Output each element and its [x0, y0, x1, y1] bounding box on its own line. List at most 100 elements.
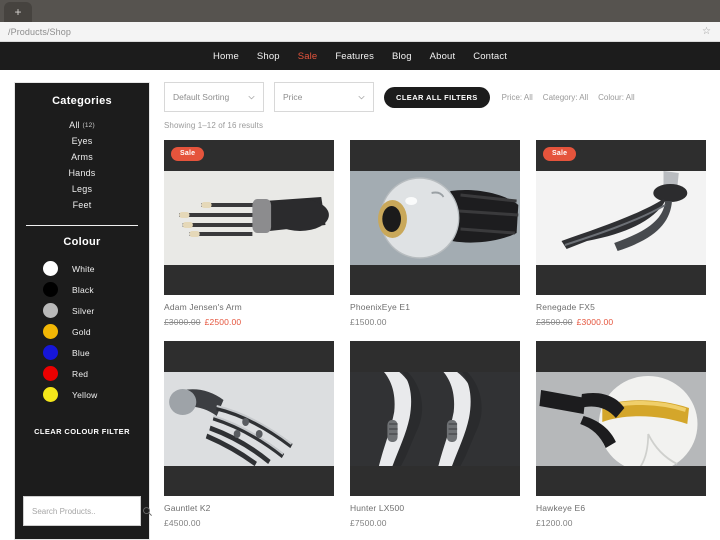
- colour-filter-silver[interactable]: Silver: [43, 300, 139, 321]
- colour-filter-blue[interactable]: Blue: [43, 342, 139, 363]
- colour-filter-gold[interactable]: Gold: [43, 321, 139, 342]
- results-count: Showing 1–12 of 16 results: [164, 121, 264, 130]
- filter-tag[interactable]: Colour: All: [598, 93, 634, 102]
- product-search[interactable]: [23, 496, 152, 526]
- sale-badge: Sale: [171, 147, 205, 161]
- product-card[interactable]: Sale Renegade FX5 £3500.00 £3000.00: [536, 140, 706, 327]
- product-card[interactable]: PhoenixEye E1 £1500.00: [350, 140, 520, 327]
- search-icon[interactable]: [142, 506, 153, 517]
- filter-sidebar: Categories All (12) Eyes Arms Hands Legs Feet…: [14, 82, 152, 540]
- colour-swatch-yellow[interactable]: [43, 387, 58, 402]
- url-text: /Products/Shop: [8, 26, 71, 37]
- product-price: £3000.00 £2500.00: [164, 317, 334, 327]
- category-item-hands[interactable]: Hands: [25, 165, 139, 181]
- product-card[interactable]: Gauntlet K2 £4500.00: [164, 341, 334, 528]
- product-price-value: £7500.00: [350, 518, 387, 528]
- category-label: Legs: [71, 184, 93, 194]
- product-price-value: £1500.00: [350, 317, 387, 327]
- product-price: £1500.00: [350, 317, 520, 327]
- nav-item-contact[interactable]: Contact: [464, 51, 516, 62]
- colour-swatch-white[interactable]: [43, 261, 58, 276]
- nav-item-features[interactable]: Features: [326, 51, 383, 62]
- product-card[interactable]: Sale Adam Jensen's Arm £3000.00 £2500.00: [164, 140, 334, 327]
- colour-label: Silver: [72, 305, 95, 316]
- product-price: £3500.00 £3000.00: [536, 317, 706, 327]
- product-thumbnail[interactable]: [164, 341, 334, 496]
- colour-filter-list: White Black Silver Gold Blue Red Yellow: [25, 258, 139, 405]
- category-list: All (12) Eyes Arms Hands Legs Feet: [25, 117, 139, 213]
- product-grid: Sale Adam Jensen's Arm £3000.00 £2500.00 P…: [164, 140, 706, 528]
- colour-filter-white[interactable]: White: [43, 258, 139, 279]
- product-price-value: £4500.00: [164, 518, 201, 528]
- nav-item-blog[interactable]: Blog: [383, 51, 421, 62]
- nav-item-shop[interactable]: Shop: [248, 51, 289, 62]
- product-title: Gauntlet K2: [164, 503, 211, 513]
- category-item-arms[interactable]: Arms: [25, 149, 139, 165]
- product-thumbnail[interactable]: [350, 140, 520, 295]
- product-card[interactable]: Hawkeye E6 £1200.00: [536, 341, 706, 528]
- colour-swatch-gold[interactable]: [43, 324, 58, 339]
- product-title: PhoenixEye E1: [350, 302, 411, 312]
- star-icon[interactable]: ☆: [702, 26, 711, 37]
- product-price-original: £3500.00: [536, 317, 573, 327]
- category-item-legs[interactable]: Legs: [25, 181, 139, 197]
- categories-heading: Categories: [52, 95, 112, 107]
- product-image: [350, 371, 520, 466]
- category-label: Arms: [71, 152, 93, 162]
- category-item-all[interactable]: All (12): [25, 117, 139, 133]
- colour-label: Black: [72, 284, 94, 295]
- new-tab-button[interactable]: +: [4, 2, 32, 22]
- nav-item-sale[interactable]: Sale: [289, 51, 327, 62]
- product-price: £1200.00: [536, 518, 706, 528]
- product-price-sale: £2500.00: [204, 317, 242, 327]
- product-thumbnail[interactable]: [350, 341, 520, 496]
- product-image: [350, 170, 520, 265]
- product-thumbnail[interactable]: Sale: [536, 140, 706, 295]
- colour-filter-black[interactable]: Black: [43, 279, 139, 300]
- category-item-feet[interactable]: Feet: [25, 197, 139, 213]
- product-image: [536, 371, 706, 466]
- product-image: [536, 170, 706, 265]
- product-title: Hunter LX500: [350, 503, 405, 513]
- nav-item-home[interactable]: Home: [204, 51, 248, 62]
- nav-item-about[interactable]: About: [421, 51, 465, 62]
- sort-select[interactable]: Default Sorting: [164, 82, 264, 112]
- filter-tag[interactable]: Price: All: [502, 93, 533, 102]
- colour-label: Red: [72, 368, 89, 379]
- product-price: £7500.00: [350, 518, 520, 528]
- search-input[interactable]: [32, 506, 142, 516]
- colour-label: Blue: [72, 347, 90, 358]
- price-select[interactable]: Price: [274, 82, 374, 112]
- browser-address-bar[interactable]: /Products/Shop ☆: [0, 22, 720, 42]
- category-item-eyes[interactable]: Eyes: [25, 133, 139, 149]
- page-content: Categories All (12) Eyes Arms Hands Legs Feet…: [0, 70, 720, 540]
- product-card[interactable]: Hunter LX500 £7500.00: [350, 341, 520, 528]
- colour-filter-yellow[interactable]: Yellow: [43, 384, 139, 405]
- clear-colour-filter-button[interactable]: CLEAR COLOUR FILTER: [34, 427, 130, 436]
- tabstrip-empty-area: [32, 2, 720, 22]
- colour-filter-red[interactable]: Red: [43, 363, 139, 384]
- clear-all-filters-button[interactable]: CLEAR ALL FILTERS: [384, 86, 490, 108]
- category-label: All: [69, 120, 80, 130]
- filter-tag[interactable]: Category: All: [543, 93, 588, 102]
- sidebar-divider: [26, 225, 138, 226]
- product-thumbnail[interactable]: Sale: [164, 140, 334, 295]
- colour-swatch-silver[interactable]: [43, 303, 58, 318]
- active-filter-tags: Price: All Category: All Colour: All: [502, 93, 635, 102]
- category-label: Feet: [72, 200, 92, 210]
- colour-label: Yellow: [72, 389, 98, 400]
- category-label: Eyes: [71, 136, 93, 146]
- product-image: [164, 170, 334, 265]
- colour-swatch-red[interactable]: [43, 366, 58, 381]
- product-thumbnail[interactable]: [536, 341, 706, 496]
- category-count: (12): [82, 122, 95, 130]
- colour-label: Gold: [72, 326, 91, 337]
- colour-swatch-black[interactable]: [43, 282, 58, 297]
- category-label: Hands: [68, 168, 96, 178]
- sale-badge: Sale: [543, 147, 577, 161]
- colour-swatch-blue[interactable]: [43, 345, 58, 360]
- product-title: Adam Jensen's Arm: [164, 302, 242, 312]
- shop-toolbar: Default Sorting Price CLEAR ALL FILTERS …: [164, 82, 706, 112]
- plus-icon: +: [14, 5, 22, 19]
- product-price-sale: £3000.00: [576, 317, 614, 327]
